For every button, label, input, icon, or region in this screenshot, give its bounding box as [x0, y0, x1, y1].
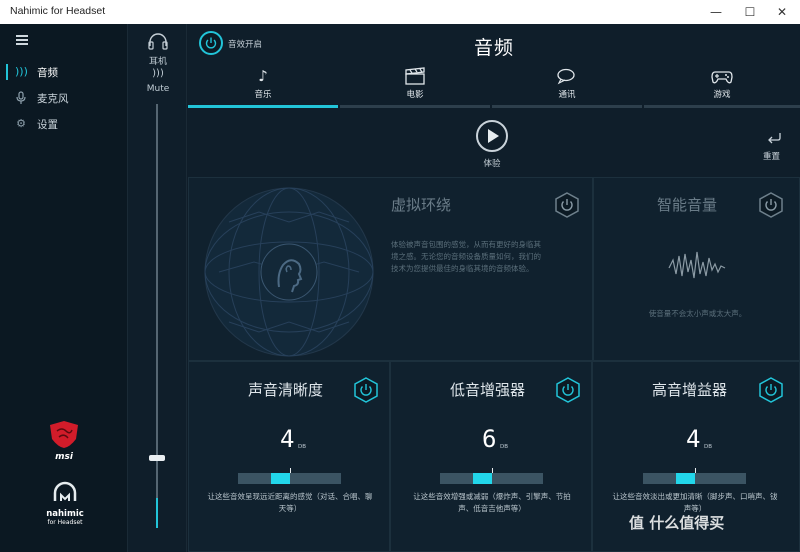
- tab-label: 电影: [406, 90, 424, 100]
- mute-button[interactable]: Mute: [128, 84, 188, 94]
- effect-slider-fill: [676, 473, 695, 484]
- sidebar-item-label: 音频: [37, 67, 58, 79]
- effect-unit: DB: [704, 444, 713, 450]
- effect-slider-fill: [271, 473, 290, 484]
- msi-logo-text: msi: [55, 452, 73, 462]
- sidebar-item-microphone[interactable]: 麦克风: [0, 86, 127, 110]
- chat-bubbles-icon: [492, 64, 642, 88]
- effect-value: 6: [482, 425, 497, 453]
- headphones-icon: [148, 32, 168, 54]
- tab-communication[interactable]: 通讯: [492, 64, 642, 108]
- volume-slider-fill: [156, 498, 158, 528]
- smart-volume-panel: 智能音量 使音量不会太小声或太大声。: [593, 177, 800, 361]
- brand-name: nahimic: [46, 509, 84, 519]
- device-label: 耳机: [148, 57, 167, 67]
- hamburger-menu-icon[interactable]: [16, 35, 28, 45]
- tab-label: 游戏: [713, 90, 731, 100]
- bass-boost-power-button[interactable]: [556, 377, 580, 403]
- effect-title: 高音增益器: [652, 381, 728, 399]
- msi-logo: msi: [46, 419, 82, 463]
- tab-music[interactable]: ♪ 音乐: [188, 64, 338, 108]
- reset-label: 重置: [763, 152, 781, 162]
- effect-unit: DB: [500, 444, 509, 450]
- nahimic-logo: nahimic for Headset: [36, 481, 94, 531]
- reset-button[interactable]: 重置: [763, 129, 785, 162]
- effect-slider[interactable]: [440, 468, 543, 484]
- bass-boost-panel: 低音增强器 6 DB 让这些音效增强或减弱（爆炸声、引擎声、节拍声、低音吉他声等…: [390, 361, 592, 552]
- tab-movie[interactable]: 电影: [340, 64, 490, 108]
- app-window: Nahimic for Headset — ☐ ✕ ))) 音频 麦克风 ⚙ 设…: [0, 0, 800, 552]
- play-icon: [488, 129, 499, 143]
- brand-sub: for Headset: [47, 519, 83, 526]
- smart-volume-power-button[interactable]: [759, 192, 783, 218]
- tab-label: 音乐: [254, 90, 272, 100]
- volume-slider-track[interactable]: [156, 104, 158, 528]
- effect-slider-tick: [695, 468, 696, 473]
- maximize-button[interactable]: ☐: [737, 0, 763, 24]
- sidebar-item-label: 麦克风: [37, 93, 69, 105]
- sidebar-item-label: 设置: [37, 119, 58, 131]
- smart-volume-description: 使音量不会太小声或太大声。: [648, 309, 747, 318]
- music-note-icon: ♪: [258, 67, 268, 85]
- volume-waves-icon: ))): [152, 68, 164, 79]
- tab-game[interactable]: 游戏: [644, 64, 800, 108]
- undo-arrow-icon: [768, 133, 781, 144]
- minimize-button[interactable]: —: [703, 0, 729, 24]
- effect-unit: DB: [298, 444, 307, 450]
- surround-description: 体验被声音包围的感觉，从而有更好的身临其境之感。无论您的音频设备质量如何，我们的…: [391, 240, 541, 273]
- clapperboard-icon: [340, 64, 490, 88]
- play-experience-button[interactable]: [476, 120, 508, 152]
- watermark: 值 什么值得买: [629, 514, 725, 532]
- virtual-surround-panel: 虚拟环绕 体验被声音包围的感觉，从而有更好的身临其境之感。无论您的音频设备质量如…: [188, 177, 593, 361]
- treble-boost-power-button[interactable]: [759, 377, 783, 403]
- effect-slider-tick: [492, 468, 493, 473]
- experience-label: 体验: [483, 159, 501, 169]
- voice-clarity-power-button[interactable]: [354, 377, 378, 403]
- sidebar: ))) 音频 麦克风 ⚙ 设置 msi nahimic for Headset: [0, 24, 127, 552]
- effect-value: 4: [686, 425, 701, 453]
- close-button[interactable]: ✕: [769, 0, 795, 24]
- page-title: 音频: [473, 37, 514, 59]
- microphone-icon: [15, 91, 27, 105]
- window-title: Nahimic for Headset: [10, 5, 106, 17]
- volume-slider-handle[interactable]: [149, 455, 165, 461]
- surround-title: 虚拟环绕: [391, 196, 452, 214]
- smart-volume-title: 智能音量: [657, 196, 718, 214]
- effect-slider-tick: [290, 468, 291, 473]
- effect-description: 让这些音效增强或减弱（爆炸声、引擎声、节拍声、低音吉他声等）: [413, 492, 571, 513]
- main-content: 音效开启 音频 ♪ 音乐 电影 通讯 游戏 体验 重置 虚拟环绕 体验被声音包围…: [188, 24, 800, 552]
- effect-slider-fill: [473, 473, 492, 484]
- sidebar-item-audio[interactable]: ))) 音频: [0, 60, 127, 84]
- sidebar-item-settings[interactable]: ⚙ 设置: [0, 112, 127, 136]
- gamepad-icon: [644, 64, 800, 88]
- tab-label: 通讯: [558, 90, 576, 100]
- speaker-waves-icon: ))): [15, 65, 28, 78]
- surround-power-button[interactable]: [555, 192, 579, 218]
- gear-icon: ⚙: [16, 117, 26, 130]
- voice-clarity-panel: 声音清晰度 4 DB 让这些音效呈现远近距离的感觉（对话、合唱、聊天等）: [188, 361, 390, 552]
- effect-slider[interactable]: [238, 468, 341, 484]
- waveform-graphic: [668, 251, 726, 279]
- effect-title: 声音清晰度: [248, 381, 324, 399]
- effect-slider[interactable]: [643, 468, 746, 484]
- effect-title: 低音增强器: [450, 381, 526, 399]
- surround-sphere-graphic: [204, 187, 374, 357]
- effect-value: 4: [280, 425, 295, 453]
- title-bar: Nahimic for Headset — ☐ ✕: [0, 0, 800, 24]
- effect-description: 让这些音效呈现远近距离的感觉（对话、合唱、聊天等）: [207, 492, 373, 513]
